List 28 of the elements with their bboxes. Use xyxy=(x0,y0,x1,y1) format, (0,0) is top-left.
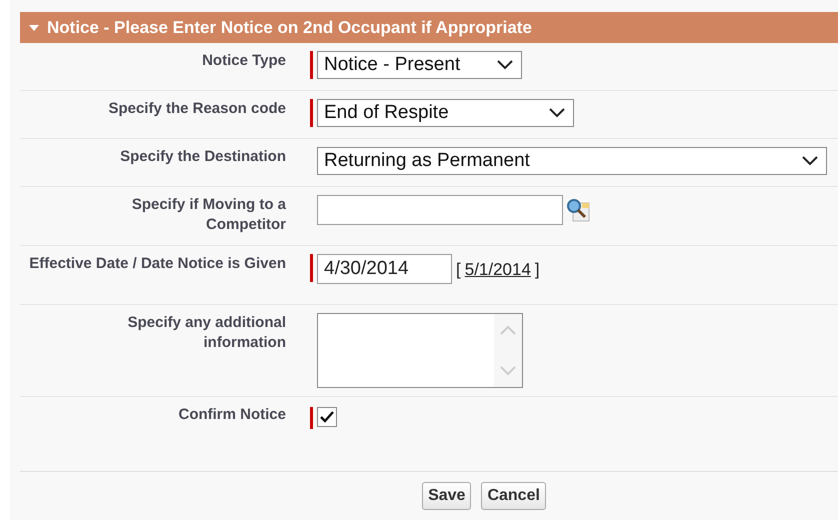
dropdown[interactable]: Notice - Present xyxy=(317,51,522,79)
scroll-down-icon[interactable] xyxy=(499,365,517,377)
date-field[interactable]: 4/30/2014 xyxy=(317,254,452,284)
field-label: Specify the Destination xyxy=(120,147,286,167)
chevron-down-icon xyxy=(549,108,565,118)
text-area[interactable] xyxy=(317,313,523,388)
chevron-down-icon xyxy=(802,156,818,166)
input-field[interactable] xyxy=(317,195,563,225)
cancel-button[interactable]: Cancel xyxy=(481,482,546,510)
section-title: Notice - Please Enter Notice on 2nd Occupant if Appropriate xyxy=(47,18,532,38)
chevron-down-icon xyxy=(497,60,513,70)
bracket: [ xyxy=(456,260,461,280)
save-button[interactable]: Save xyxy=(422,482,472,510)
field-label: Effective Date / Date Notice is Given xyxy=(29,254,286,274)
scrollbar[interactable] xyxy=(494,314,522,387)
field-label: Specify any additional information xyxy=(126,313,286,353)
today-date-link[interactable]: 5/1/2014 xyxy=(464,260,531,280)
search-icon[interactable] xyxy=(565,197,591,223)
field-label: Specify if Moving to a Competitor xyxy=(130,195,286,235)
bracket: ] xyxy=(534,260,540,280)
field-label: Notice Type xyxy=(202,51,286,71)
field-label: Confirm Notice xyxy=(178,405,286,425)
checkbox[interactable] xyxy=(317,407,337,427)
dropdown[interactable]: Returning as Permanent xyxy=(317,147,827,175)
scroll-up-icon[interactable] xyxy=(499,324,517,336)
collapse-triangle-icon[interactable] xyxy=(29,24,39,32)
dropdown[interactable]: End of Respite xyxy=(317,99,574,127)
field-label: Specify the Reason code xyxy=(108,99,286,119)
